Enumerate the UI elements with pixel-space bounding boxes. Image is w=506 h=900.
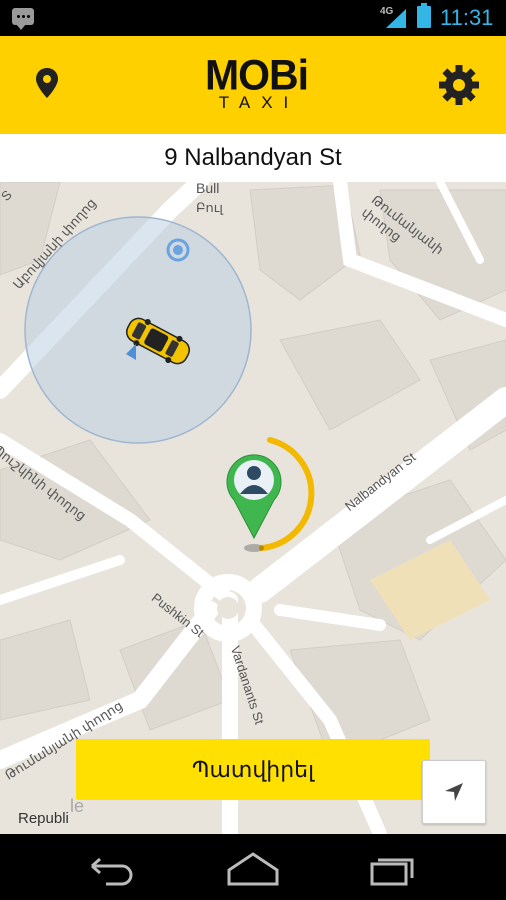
map-label-bull-arm: Բուլ — [196, 200, 223, 215]
address-bar[interactable]: 9 Nalbandyan St — [0, 134, 506, 182]
clock: 11:31 — [440, 5, 494, 30]
recents-icon[interactable] — [364, 848, 424, 888]
battery-icon — [417, 3, 431, 28]
home-icon[interactable] — [223, 848, 283, 888]
my-location-button[interactable] — [422, 760, 486, 824]
order-button[interactable]: Պատվիրել — [76, 739, 430, 800]
navigation-arrow-icon — [445, 783, 463, 801]
signal-icon — [386, 9, 406, 28]
system-nav-bar — [0, 834, 506, 900]
gear-icon[interactable] — [438, 64, 480, 106]
back-icon[interactable] — [82, 848, 142, 888]
app-logo: MOBi TAXI — [205, 50, 309, 111]
location-pin-icon[interactable] — [35, 68, 59, 98]
address-text: 9 Nalbandyan St — [164, 144, 342, 171]
map-label-bull: Bull — [196, 182, 220, 196]
logo-main: MOBi — [205, 50, 309, 100]
message-notification-icon — [12, 8, 34, 30]
user-location-pin-icon[interactable] — [226, 454, 282, 552]
map-view[interactable]: Bull Բուլ S Աբովյանի փողոց Թումանյանի փո… — [0, 182, 506, 834]
status-bar: 4G 11:31 — [0, 0, 506, 36]
map-label-republic: Republi — [18, 810, 69, 827]
